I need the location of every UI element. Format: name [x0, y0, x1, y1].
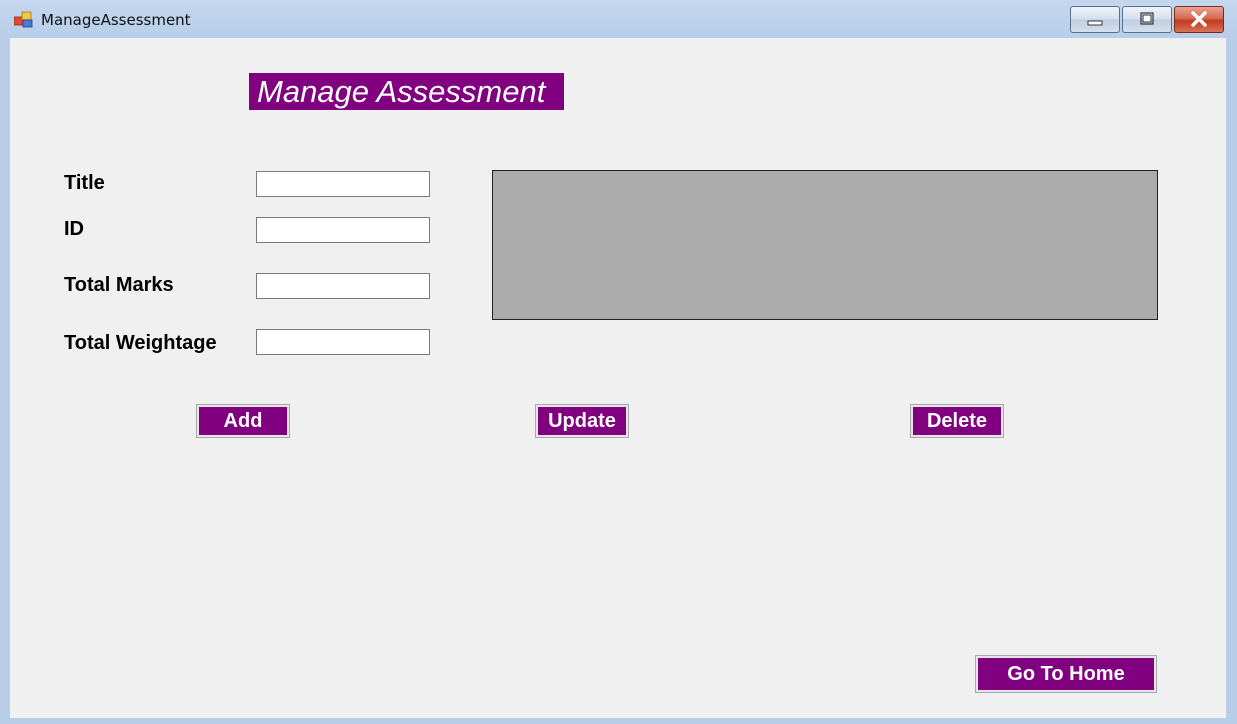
app-icon [14, 11, 33, 28]
maximize-button[interactable] [1122, 6, 1172, 33]
minimize-icon [1087, 20, 1103, 26]
go-to-home-button[interactable]: Go To Home [975, 655, 1157, 693]
total-weightage-label: Total Weightage [64, 332, 217, 354]
close-button[interactable] [1174, 6, 1224, 33]
total-weightage-input[interactable] [256, 329, 430, 355]
title-bar[interactable]: ManageAssessment [0, 0, 1237, 40]
close-icon [1191, 11, 1207, 27]
update-button[interactable]: Update [535, 404, 629, 438]
minimize-button[interactable] [1070, 6, 1120, 33]
window-title: ManageAssessment [41, 11, 191, 29]
assessment-data-grid[interactable] [492, 170, 1158, 320]
total-marks-input[interactable] [256, 273, 430, 299]
delete-button[interactable]: Delete [910, 404, 1004, 438]
app-window: ManageAssessment Manage Assessment Title… [0, 0, 1237, 724]
page-heading: Manage Assessment [249, 73, 564, 110]
add-button[interactable]: Add [196, 404, 290, 438]
title-label: Title [64, 172, 105, 194]
title-input[interactable] [256, 171, 430, 197]
id-label: ID [64, 218, 84, 240]
maximize-icon [1140, 12, 1154, 25]
total-marks-label: Total Marks [64, 274, 174, 296]
form-client-area [10, 38, 1226, 718]
id-input[interactable] [256, 217, 430, 243]
